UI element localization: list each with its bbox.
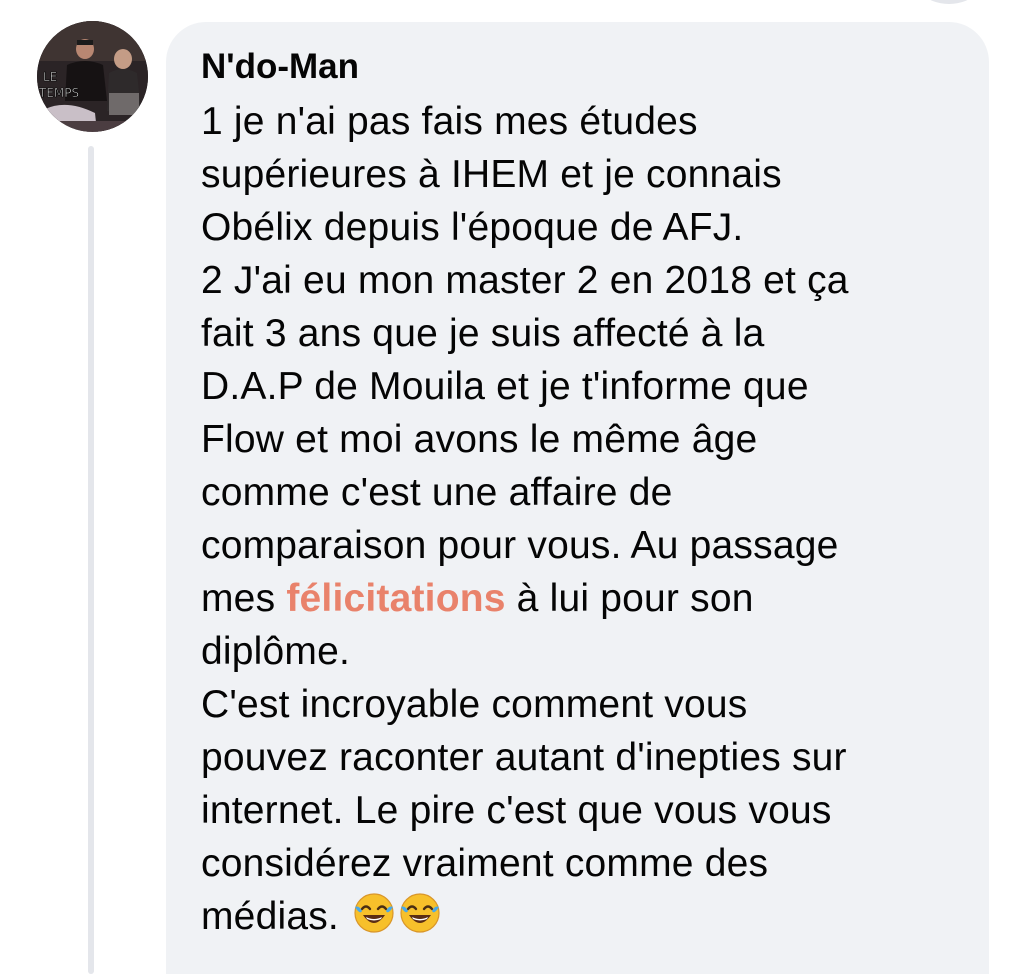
face-with-tears-of-joy-icon <box>398 891 442 935</box>
comment-line: supérieures à IHEM et je connais <box>201 153 782 196</box>
comment-line: fait 3 ans que je suis affecté à la <box>201 312 765 355</box>
comment-screenshot: LE TEMPS N'do-Man 1 je n'ai pas fais mes… <box>0 0 1024 974</box>
comment-author-name[interactable]: N'do-Man <box>201 45 359 89</box>
comment-line: Obélix depuis l'époque de AFJ. <box>201 206 744 249</box>
comment-line: C'est incroyable comment vous <box>201 683 748 726</box>
avatar-text-temps: TEMPS <box>38 86 79 100</box>
comment-line: Flow et moi avons le même âge <box>201 418 758 461</box>
reply-thread-line <box>88 146 94 974</box>
face-with-tears-of-joy-icon <box>352 891 396 935</box>
comment-line: considérez vraiment comme des <box>201 842 769 885</box>
comment-line: pouvez raconter autant d'inepties sur <box>201 736 847 779</box>
comment-line: 2 J'ai eu mon master 2 en 2018 et ça <box>201 259 849 302</box>
comment-line: D.A.P de Mouila et je t'informe que <box>201 365 809 408</box>
avatar-text-le: LE <box>43 70 57 84</box>
comment-line: médias. <box>201 890 959 943</box>
comment-line: 1 je n'ai pas fais mes études <box>201 100 698 143</box>
comment-line: diplôme. <box>201 630 351 673</box>
comment-line: internet. Le pire c'est que vous vous <box>201 789 832 832</box>
avatar[interactable]: LE TEMPS <box>37 21 148 132</box>
highlighted-keyword-link[interactable]: félicitations <box>286 577 505 620</box>
comment-bubble: N'do-Man 1 je n'ai pas fais mes études s… <box>166 22 989 974</box>
previous-element-edge <box>904 0 994 4</box>
comment-line: mes félicitations à lui pour son <box>201 577 754 620</box>
comment-body: 1 je n'ai pas fais mes études supérieure… <box>201 95 959 943</box>
comment-line: comme c'est une affaire de <box>201 471 673 514</box>
comment-line: comparaison pour vous. Au passage <box>201 524 839 567</box>
avatar-image: LE TEMPS <box>37 21 148 132</box>
